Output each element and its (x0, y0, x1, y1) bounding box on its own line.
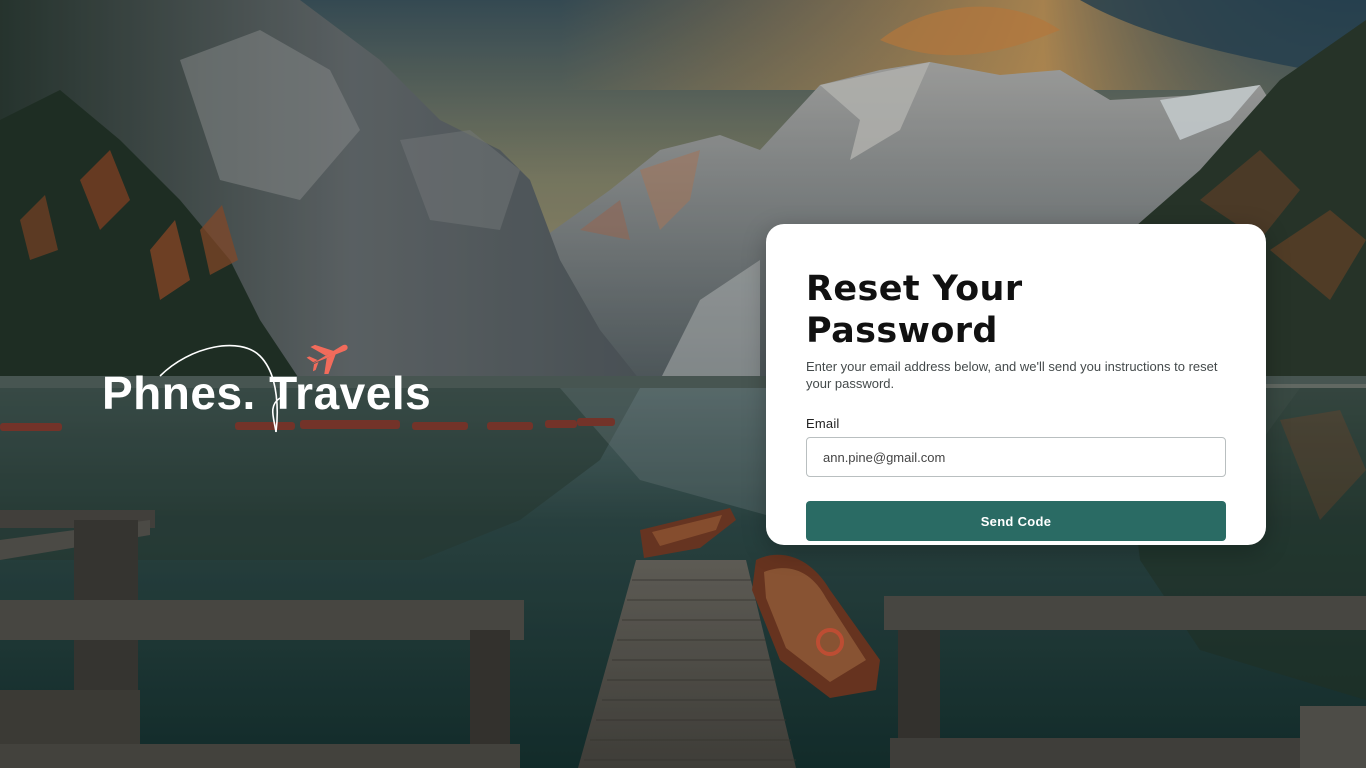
reset-password-card: Reset Your Password Enter your email add… (766, 224, 1266, 545)
brand-name: Phnes. Travels (102, 367, 432, 419)
email-field[interactable] (806, 437, 1226, 477)
send-code-button[interactable]: Send Code (806, 501, 1226, 541)
instructions-text: Enter your email address below, and we'l… (806, 359, 1218, 391)
page-title: Reset Your Password (806, 269, 1023, 351)
brand-logo[interactable]: Phnes. Travels (100, 336, 480, 446)
airplane-icon (306, 344, 348, 374)
email-label: Email (806, 416, 840, 431)
